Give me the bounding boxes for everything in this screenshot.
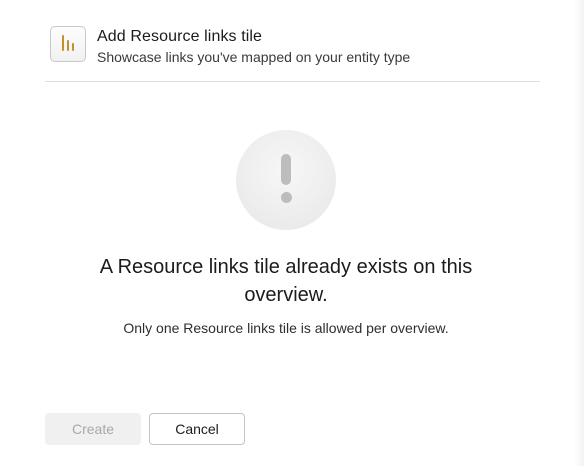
header-divider <box>45 81 540 82</box>
exclamation-bar <box>281 154 291 185</box>
bar-chart-icon <box>50 26 86 62</box>
dialog-title: Add Resource links tile <box>97 28 263 45</box>
header-text: Add Resource links tile Showcase links y… <box>97 27 410 67</box>
alert-detail: Only one Resource links tile is allowed … <box>123 320 449 336</box>
dialog-header: Add Resource links tile Showcase links y… <box>50 26 410 67</box>
dialog-subtitle: Showcase links you've mapped on your ent… <box>97 49 411 65</box>
exclamation-icon <box>236 130 336 230</box>
alert-message: A Resource links tile already exists on … <box>99 256 473 306</box>
cancel-button[interactable]: Cancel <box>149 413 245 445</box>
exclamation-dot <box>280 192 292 203</box>
right-edge-shadow <box>574 0 584 466</box>
create-button[interactable]: Create <box>45 413 141 445</box>
add-tile-dialog: Add Resource links tile Showcase links y… <box>0 0 574 466</box>
